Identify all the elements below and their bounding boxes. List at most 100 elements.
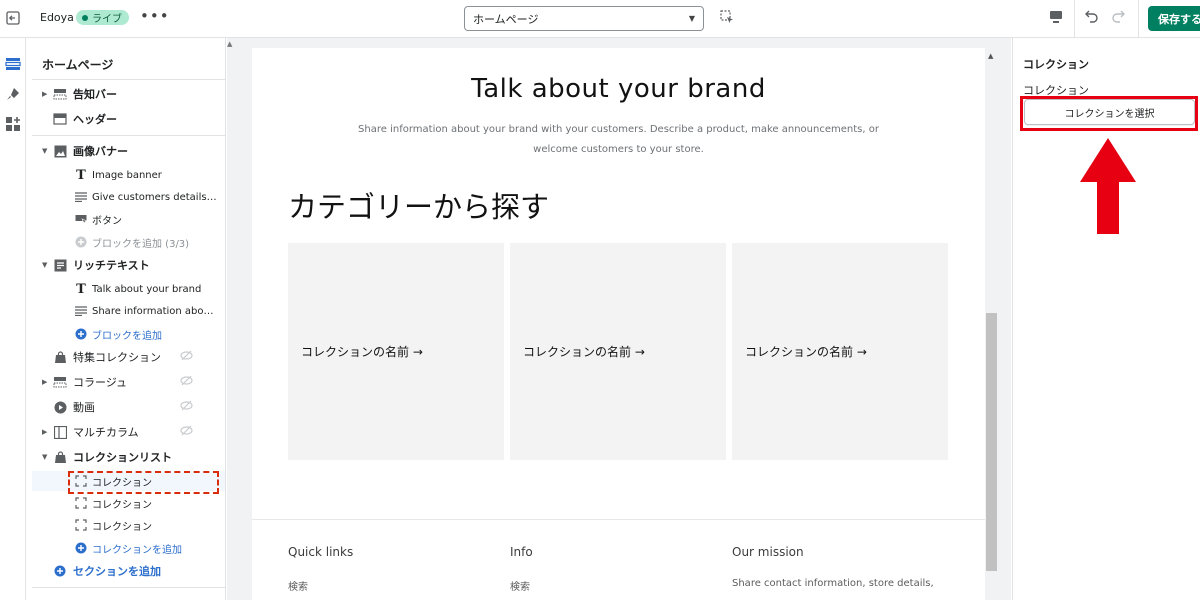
top-bar: Edoya ライブ ••• ホームページ ▼ 保存する xyxy=(0,0,1200,38)
sidebar-item-image-banner[interactable]: ▼ 画像バナー xyxy=(32,141,225,161)
selection-highlight-dashed xyxy=(68,471,219,494)
collection-card[interactable]: コレクションの名前 → xyxy=(510,243,726,460)
sections-icon[interactable] xyxy=(3,54,23,74)
hidden-eye-icon[interactable] xyxy=(180,400,193,414)
undo-icon[interactable] xyxy=(1084,8,1102,26)
sections-sidebar: ホームページ ▶ 告知バー ヘッダー ▼ 画像バナー T Image banne… xyxy=(32,38,226,600)
collection-card[interactable]: コレクションの名前 → xyxy=(288,243,504,460)
hidden-eye-icon[interactable] xyxy=(180,375,193,389)
sidebar-item-collection-list[interactable]: ▼ コレクションリスト xyxy=(32,447,225,467)
sidebar-divider xyxy=(32,79,225,80)
expand-arrow-icon[interactable]: ▶ xyxy=(42,378,47,386)
add-block-label: ブロックを追加 xyxy=(92,330,162,342)
exit-icon[interactable] xyxy=(4,9,22,27)
sidebar-item-featured-collection[interactable]: 特集コレクション xyxy=(32,347,225,367)
block-item-label: コレクション xyxy=(92,499,152,511)
footer-mission-text: Share contact information, store details… xyxy=(732,578,934,589)
sidebar-item-label: コラージュ xyxy=(73,376,128,389)
toolbar-divider xyxy=(1138,0,1139,38)
block-item-button[interactable]: ボタン xyxy=(32,209,225,229)
expand-arrow-icon[interactable]: ▶ xyxy=(42,90,47,98)
sidebar-title: ホームページ xyxy=(42,58,114,72)
text-icon: T xyxy=(76,167,86,183)
add-section-button[interactable]: セクションを追加 xyxy=(32,561,225,581)
rich-text-body[interactable]: Share information about your brand with … xyxy=(352,120,885,160)
storefront-preview: Talk about your brand Share information … xyxy=(252,48,985,600)
collage-icon xyxy=(53,375,67,389)
text-icon: T xyxy=(76,281,86,297)
frame-icon xyxy=(74,518,88,532)
add-block-label: ブロックを追加 (3/3) xyxy=(92,238,190,250)
preview-scrollbar-thumb[interactable] xyxy=(986,313,997,571)
sidebar-item-label: 告知バー xyxy=(73,88,117,101)
block-item-heading[interactable]: T Image banner xyxy=(32,165,225,185)
block-item-text[interactable]: Give customers details about... xyxy=(32,187,225,207)
sidebar-item-video[interactable]: 動画 xyxy=(32,397,225,417)
footer-link-search[interactable]: 検索 xyxy=(288,578,308,593)
footer-heading-mission: Our mission xyxy=(732,545,804,559)
rich-text-heading[interactable]: Talk about your brand xyxy=(252,74,985,104)
image-icon xyxy=(53,144,67,158)
sidebar-item-label: 特集コレクション xyxy=(73,351,161,364)
desktop-view-icon[interactable] xyxy=(1048,10,1066,28)
hidden-eye-icon[interactable] xyxy=(180,425,193,439)
left-icon-rail xyxy=(0,38,26,600)
play-icon xyxy=(53,400,67,414)
collapse-arrow-icon[interactable]: ▼ xyxy=(42,147,47,155)
hidden-eye-icon[interactable] xyxy=(180,350,193,364)
add-section-label: セクションを追加 xyxy=(73,565,161,578)
frame-icon xyxy=(74,496,88,510)
add-collection-button[interactable]: コレクションを追加 xyxy=(32,538,225,558)
footer-heading-quick-links: Quick links xyxy=(288,545,354,559)
block-item-collection[interactable]: コレクション xyxy=(32,493,225,513)
annotation-highlight-box xyxy=(1020,96,1198,131)
sidebar-item-label: コレクションリスト xyxy=(73,451,172,464)
add-block-disabled: ブロックを追加 (3/3) xyxy=(32,232,225,252)
block-item-label: コレクション xyxy=(92,521,152,533)
block-item-text[interactable]: Share information about y... xyxy=(32,301,225,321)
sidebar-item-header[interactable]: ヘッダー xyxy=(32,109,225,129)
block-item-collection[interactable]: コレクション xyxy=(32,515,225,535)
more-actions-button[interactable]: ••• xyxy=(140,7,170,25)
columns-icon xyxy=(53,425,67,439)
sidebar-item-announcement-bar[interactable]: ▶ 告知バー xyxy=(32,84,225,104)
page-select-value: ホームページ xyxy=(473,12,539,26)
block-item-label: Share information about y... xyxy=(92,305,218,317)
button-icon xyxy=(74,212,88,226)
sidebar-divider xyxy=(32,587,225,588)
collection-card-label: コレクションの名前 → xyxy=(745,345,867,359)
sidebar-item-multicolumn[interactable]: ▶ マルチカラム xyxy=(32,422,225,442)
scroll-up-arrow-icon[interactable]: ▲ xyxy=(227,40,237,50)
collapse-arrow-icon[interactable]: ▼ xyxy=(42,261,47,269)
live-badge-label: ライブ xyxy=(92,14,122,25)
add-collection-label: コレクションを追加 xyxy=(92,544,182,556)
sidebar-item-collage[interactable]: ▶ コラージュ xyxy=(32,372,225,392)
store-name: Edoya xyxy=(40,11,74,24)
collection-icon xyxy=(53,350,67,364)
block-item-label: Give customers details about... xyxy=(92,191,218,203)
paragraph-icon xyxy=(74,304,88,318)
theme-settings-icon[interactable] xyxy=(3,84,23,104)
sidebar-divider xyxy=(32,135,225,136)
add-circle-icon xyxy=(74,541,88,555)
collection-list-heading[interactable]: カテゴリーから探す xyxy=(288,184,549,226)
redo-icon[interactable] xyxy=(1110,8,1128,26)
live-status-badge: ライブ xyxy=(76,10,129,25)
scroll-up-arrow-icon[interactable]: ▲ xyxy=(988,52,993,60)
expand-arrow-icon[interactable]: ▶ xyxy=(42,428,47,436)
page-select[interactable]: ホームページ ▼ xyxy=(464,6,704,31)
sidebar-item-rich-text[interactable]: ▼ リッチテキスト xyxy=(32,255,225,275)
inspector-icon[interactable] xyxy=(720,10,738,28)
save-button[interactable]: 保存する xyxy=(1148,6,1200,31)
add-circle-icon xyxy=(74,327,88,341)
block-item-label: Talk about your brand xyxy=(92,283,202,295)
collection-card[interactable]: コレクションの名前 → xyxy=(732,243,948,460)
collapse-arrow-icon[interactable]: ▼ xyxy=(42,453,47,461)
add-circle-icon xyxy=(74,235,88,249)
footer-link-search[interactable]: 検索 xyxy=(510,578,530,593)
add-block-button[interactable]: ブロックを追加 xyxy=(32,324,225,344)
settings-title: コレクション xyxy=(1023,58,1089,71)
rich-text-icon xyxy=(53,258,67,272)
block-item-heading[interactable]: T Talk about your brand xyxy=(32,279,225,299)
apps-icon[interactable] xyxy=(3,114,23,134)
